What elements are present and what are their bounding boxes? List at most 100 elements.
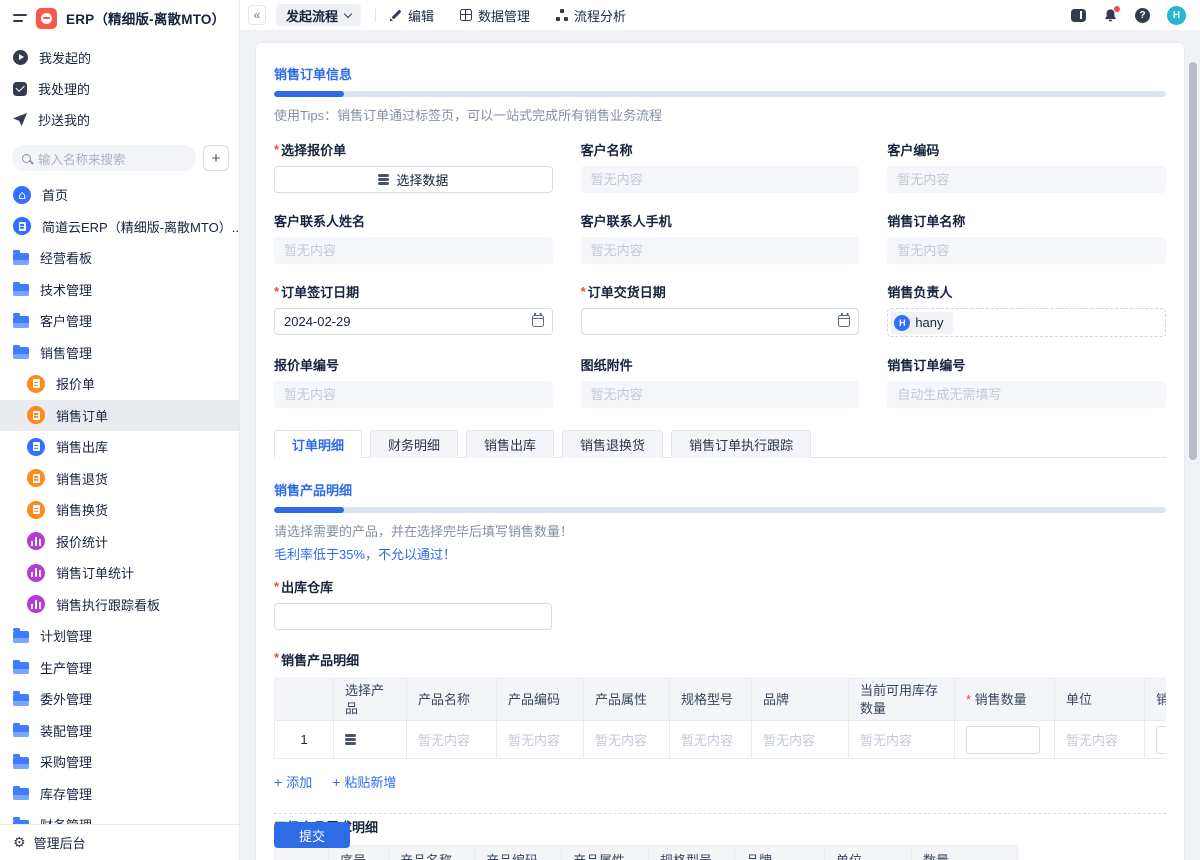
divider [375, 8, 377, 22]
app-window: ERP（精细版-离散MTO） 我发起的 我处理的 抄送我的 输入名称来搜索 + [0, 0, 1200, 860]
doc-icon [27, 374, 45, 393]
sidebar-item-quotation[interactable]: 报价单 [0, 368, 239, 400]
order-no-input [887, 381, 1166, 408]
sales-price-input[interactable] [1156, 725, 1166, 754]
sidebar-item-exec-tracking-board[interactable]: 销售执行跟踪看板 [0, 589, 239, 621]
calendar-icon[interactable] [531, 313, 544, 327]
sidebar: ERP（精细版-离散MTO） 我发起的 我处理的 抄送我的 输入名称来搜索 + [0, 0, 240, 860]
tab-order-detail[interactable]: 订单明细 [274, 430, 363, 458]
calendar-icon[interactable] [838, 313, 851, 327]
quote-no-input [274, 381, 553, 408]
start-flow-button[interactable]: 发起流程 [276, 4, 362, 26]
section-title-order-info: 销售订单信息 [274, 67, 353, 82]
sidebar-item-production-mgmt[interactable]: 生产管理 [0, 652, 239, 684]
table-actions: + 添加 + 粘贴新增 [274, 772, 1166, 791]
collapse-sidebar-button[interactable]: « [248, 5, 266, 25]
usage-tips: 使用Tips：销售订单通过标签页，可以一站式完成所有销售业务流程 [274, 108, 663, 123]
contact-phone-field: 客户联系人手机 [580, 211, 860, 264]
product-table-wrap: 选择产品 产品名称 产品编码 产品属性 规格型号 品牌 当前可用库存数量 销售数… [274, 678, 1166, 759]
sidebar-item-cc-to-me[interactable]: 抄送我的 [0, 104, 239, 135]
content-area: 销售订单信息 使用Tips：销售订单通过标签页，可以一站式完成所有销售业务流程 … [240, 30, 1200, 860]
sidebar-item-biz-dashboard[interactable]: 经营看板 [0, 242, 239, 274]
table-grid-icon [460, 9, 473, 21]
sidebar-item-home[interactable]: ⌂ 首页 [0, 179, 239, 211]
drawing-input [580, 381, 860, 408]
sidebar-item-tech-mgmt[interactable]: 技术管理 [0, 274, 239, 306]
task-check-icon [13, 81, 27, 96]
search-input[interactable]: 输入名称来搜索 [12, 145, 196, 171]
sidebar-item-plan-mgmt[interactable]: 计划管理 [0, 620, 239, 652]
detail-tabs: 订单明细 财务明细 销售出库 销售退换货 销售订单执行跟踪 [274, 430, 1166, 458]
sidebar-item-my-handled[interactable]: 我处理的 [0, 73, 239, 104]
customer-name-field: 客户名称 [580, 140, 860, 193]
member-tag: H hany [891, 311, 953, 334]
sidebar-search-row: 输入名称来搜索 + [0, 145, 239, 171]
search-placeholder: 输入名称来搜索 [38, 152, 126, 167]
folder-icon [13, 250, 29, 265]
help-button[interactable]: ? [1135, 7, 1150, 23]
send-icon [13, 113, 27, 126]
folder-icon [13, 628, 29, 643]
folder-icon [13, 659, 29, 675]
sidebar-item-customer-mgmt[interactable]: 客户管理 [0, 305, 239, 337]
flow-analysis-button[interactable]: 流程分析 [556, 6, 626, 25]
paste-add-link[interactable]: + 粘贴新增 [332, 772, 396, 791]
sidebar-item-sales-outbound[interactable]: 销售出库 [0, 431, 239, 463]
data-manage-button[interactable]: 数据管理 [460, 6, 530, 25]
main-area: « 发起流程 编辑 数据管理 流程分析 ? H 销售订单信息 使用Tips：销售… [240, 0, 1200, 860]
section-progress-bar [274, 91, 1166, 97]
sidebar-item-purchase-mgmt[interactable]: 采购管理 [0, 746, 239, 778]
section-progress-bar-2 [274, 507, 1166, 513]
tab-sales-return-exchange[interactable]: 销售退换货 [562, 430, 664, 458]
sidebar-item-erp-app[interactable]: 简道云ERP（精细版-离散MTO）... [0, 211, 239, 243]
hamburger-menu-icon[interactable] [13, 14, 27, 22]
search-icon [22, 153, 31, 163]
sidebar-item-order-stats[interactable]: 销售订单统计 [0, 557, 239, 589]
sign-date-field: 订单签订日期 [274, 282, 553, 337]
sidebar-item-outsource-mgmt[interactable]: 委外管理 [0, 683, 239, 715]
sidebar-item-my-initiated[interactable]: 我发起的 [0, 42, 239, 73]
sidebar-item-sales-return[interactable]: 销售退货 [0, 463, 239, 495]
sidebar-item-inventory-mgmt[interactable]: 库存管理 [0, 778, 239, 810]
tab-sales-outbound[interactable]: 销售出库 [466, 430, 555, 458]
add-app-button[interactable]: + [203, 145, 229, 171]
sidebar-header: ERP（精细版-离散MTO） [0, 2, 239, 34]
sidebar-item-finance-mgmt[interactable]: 财务管理 [0, 809, 239, 824]
tab-finance-detail[interactable]: 财务明细 [370, 430, 459, 458]
customer-code-input [887, 166, 1166, 193]
dashed-divider [274, 813, 1166, 814]
vertical-scrollbar-thumb[interactable] [1189, 62, 1197, 460]
sidebar-item-quote-stats[interactable]: 报价统计 [0, 526, 239, 558]
tab-order-exec-tracking[interactable]: 销售订单执行跟踪 [671, 430, 812, 458]
edit-button[interactable]: 编辑 [390, 6, 434, 25]
sidebar-item-sales-mgmt[interactable]: 销售管理 [0, 337, 239, 369]
submit-button[interactable]: 提交 [274, 822, 350, 848]
row-select-product[interactable] [333, 720, 407, 759]
col-blank [274, 678, 334, 721]
sidebar-item-sales-exchange[interactable]: 销售换货 [0, 494, 239, 526]
flow-nodes-icon [556, 9, 568, 21]
notifications-button[interactable] [1103, 5, 1120, 23]
user-avatar[interactable]: H [1167, 5, 1186, 25]
warehouse-input[interactable] [274, 603, 552, 630]
folder-icon [13, 785, 29, 801]
drawing-field: 图纸附件 [580, 355, 860, 408]
admin-backend-link[interactable]: ⚙ 管理后台 [0, 824, 239, 860]
sales-qty-input[interactable] [966, 725, 1040, 754]
workflow-menu: 我发起的 我处理的 抄送我的 [0, 42, 239, 135]
add-row-link[interactable]: + 添加 [274, 772, 312, 791]
delivery-date-input[interactable] [580, 308, 860, 335]
order-name-input [887, 237, 1166, 264]
side-panel-icon[interactable] [1071, 8, 1086, 22]
table-row: 1 暂无内容 暂无内容 暂无内容 暂无内容 暂无内容 暂无内容 暂无内容 [274, 720, 1166, 759]
sales-owner-picker[interactable]: H hany [887, 308, 1166, 337]
order-name-field: 销售订单名称 [887, 211, 1166, 264]
app-logo-icon [36, 7, 57, 29]
sign-date-input[interactable] [274, 308, 553, 335]
customer-code-field: 客户编码 [887, 140, 1166, 193]
folder-icon [13, 754, 29, 769]
folder-icon [13, 281, 29, 297]
select-data-button[interactable]: 选择数据 [274, 166, 553, 193]
sidebar-item-sales-order[interactable]: 销售订单 [0, 399, 239, 431]
sidebar-item-assembly-mgmt[interactable]: 装配管理 [0, 715, 239, 747]
